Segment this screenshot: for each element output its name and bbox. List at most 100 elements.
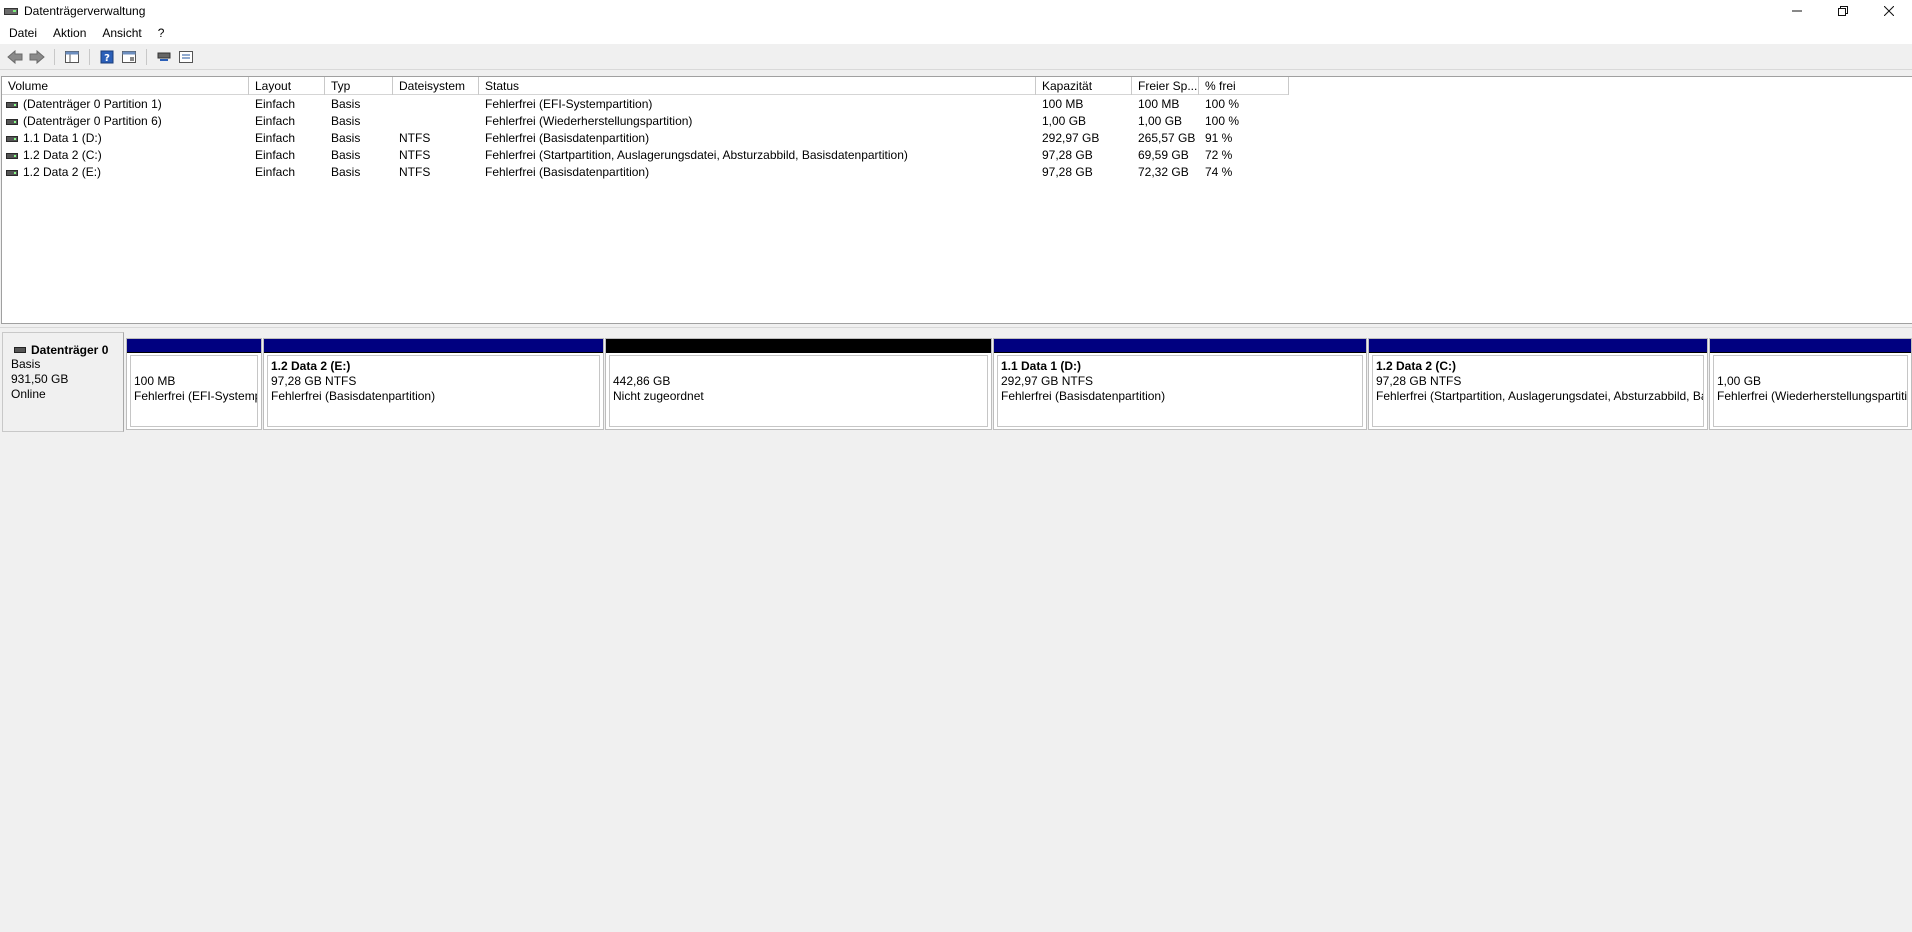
restore-icon	[1838, 6, 1848, 16]
partition-block[interactable]: 1.2 Data 2 (C:) 97,28 GB NTFS Fehlerfrei…	[1368, 338, 1708, 430]
console-tree-button[interactable]	[61, 47, 83, 67]
cell-status: Fehlerfrei (Startpartition, Auslagerungs…	[485, 148, 908, 162]
disk-type: Basis	[11, 357, 41, 371]
back-button[interactable]	[4, 47, 26, 67]
drive-icon	[6, 152, 18, 159]
properties-button[interactable]	[118, 47, 140, 67]
table-row[interactable]: (Datenträger 0 Partition 6) Einfach Basi…	[2, 113, 1289, 130]
partition-bar	[1369, 339, 1707, 353]
cell-kapazitaet: 292,97 GB	[1042, 131, 1100, 145]
column-header-dateisystem[interactable]: Dateisystem	[393, 77, 479, 95]
rescan-button[interactable]	[153, 47, 175, 67]
partition-bar	[1710, 339, 1911, 353]
partition-name: 1.1 Data 1 (D:)	[1001, 359, 1082, 373]
cell-prozent-frei: 100 %	[1205, 114, 1240, 128]
cell-prozent-frei: 100 %	[1205, 97, 1240, 111]
disk-name: Datenträger 0	[31, 343, 109, 357]
cell-kapazitaet: 97,28 GB	[1042, 148, 1093, 162]
table-row[interactable]: 1.1 Data 1 (D:) Einfach Basis NTFS Fehle…	[2, 130, 1289, 147]
table-row[interactable]: (Datenträger 0 Partition 1) Einfach Basi…	[2, 96, 1289, 113]
partition-size: 1,00 GB	[1717, 374, 1762, 388]
partition-bar	[127, 339, 261, 353]
partition-name: 1.2 Data 2 (C:)	[1376, 359, 1457, 373]
cell-prozent-frei: 91 %	[1205, 131, 1233, 145]
forward-arrow-icon	[29, 49, 45, 64]
column-header-typ[interactable]: Typ	[325, 77, 393, 95]
cell-typ: Basis	[331, 148, 361, 162]
pane-splitter[interactable]	[0, 324, 1912, 328]
cell-layout: Einfach	[255, 131, 296, 145]
partition-status: Fehlerfrei (Wiederherstellungspartitic	[1717, 389, 1908, 403]
cell-typ: Basis	[331, 165, 361, 179]
cell-kapazitaet: 1,00 GB	[1042, 114, 1087, 128]
cell-status: Fehlerfrei (Basisdatenpartition)	[485, 165, 650, 179]
cell-status: Fehlerfrei (Wiederherstellungspartition)	[485, 114, 693, 128]
settings-button[interactable]	[175, 47, 197, 67]
volume-list[interactable]: Volume Layout Typ Dateisystem Status Kap…	[1, 76, 1912, 324]
partition-status: Nicht zugeordnet	[613, 389, 704, 403]
cell-volume: 1.2 Data 2 (C:)	[23, 148, 102, 162]
cell-dateisystem: NTFS	[399, 148, 431, 162]
partition-name	[1717, 359, 1907, 374]
menu-aktion[interactable]: Aktion	[45, 22, 94, 44]
disk-info-panel[interactable]: Datenträger 0 Basis 931,50 GB Online	[2, 332, 124, 432]
forward-button[interactable]	[26, 47, 48, 67]
partition-status: Fehlerfrei (EFI-Systemp	[134, 389, 258, 403]
table-row[interactable]: 1.2 Data 2 (E:) Einfach Basis NTFS Fehle…	[2, 164, 1289, 181]
menu-ansicht[interactable]: Ansicht	[94, 22, 149, 44]
menu-datei[interactable]: Datei	[0, 22, 45, 44]
cell-volume: (Datenträger 0 Partition 6)	[23, 114, 162, 128]
cell-kapazitaet: 100 MB	[1042, 97, 1084, 111]
menu-bar: Datei Aktion Ansicht ?	[0, 22, 1912, 44]
cell-dateisystem	[393, 96, 479, 113]
cell-status: Fehlerfrei (EFI-Systempartition)	[485, 97, 653, 111]
properties-icon	[122, 50, 136, 63]
partition-block[interactable]: 1.1 Data 1 (D:) 292,97 GB NTFS Fehlerfre…	[993, 338, 1367, 430]
close-button[interactable]	[1866, 0, 1912, 22]
disk-graphical-view: Datenträger 0 Basis 931,50 GB Online 100…	[0, 329, 1912, 932]
partition-block-unallocated[interactable]: 442,86 GB Nicht zugeordnet	[605, 338, 992, 430]
column-header-status[interactable]: Status	[479, 77, 1036, 95]
cell-layout: Einfach	[255, 148, 296, 162]
partition-status: Fehlerfrei (Basisdatenpartition)	[271, 389, 436, 403]
menu-help[interactable]: ?	[150, 22, 173, 44]
cell-layout: Einfach	[255, 165, 296, 179]
cell-dateisystem: NTFS	[399, 131, 431, 145]
partition-size: 100 MB	[134, 374, 176, 388]
column-header-prozent-frei[interactable]: % frei	[1199, 77, 1289, 95]
partition-block[interactable]: 1,00 GB Fehlerfrei (Wiederherstellungspa…	[1709, 338, 1912, 430]
help-icon: ?	[100, 50, 114, 64]
cell-typ: Basis	[331, 114, 361, 128]
partition-block[interactable]: 1.2 Data 2 (E:) 97,28 GB NTFS Fehlerfrei…	[263, 338, 604, 430]
cell-volume: 1.2 Data 2 (E:)	[23, 165, 102, 179]
partition-block[interactable]: 100 MB Fehlerfrei (EFI-Systemp	[126, 338, 262, 430]
volume-list-rows: (Datenträger 0 Partition 1) Einfach Basi…	[2, 96, 1289, 181]
back-arrow-icon	[7, 49, 23, 64]
column-header-layout[interactable]: Layout	[249, 77, 325, 95]
column-header-volume[interactable]: Volume	[2, 77, 249, 95]
partition-status: Fehlerfrei (Basisdatenpartition)	[1001, 389, 1166, 403]
partition-bar	[264, 339, 603, 353]
toolbar-separator	[89, 48, 90, 65]
partition-size: 292,97 GB NTFS	[1001, 374, 1094, 388]
disk-state: Online	[11, 387, 46, 401]
column-header-kapazitaet[interactable]: Kapazität	[1036, 77, 1132, 95]
cell-kapazitaet: 97,28 GB	[1042, 165, 1093, 179]
drive-icon	[6, 135, 18, 142]
table-row[interactable]: 1.2 Data 2 (C:) Einfach Basis NTFS Fehle…	[2, 147, 1289, 164]
restore-button[interactable]	[1820, 0, 1866, 22]
toolbar-separator	[54, 48, 55, 65]
cell-freier-speicher: 100 MB	[1138, 97, 1180, 111]
minimize-button[interactable]	[1774, 0, 1820, 22]
help-button[interactable]: ?	[96, 47, 118, 67]
disk-management-icon	[4, 5, 18, 17]
cell-volume: (Datenträger 0 Partition 1)	[23, 97, 162, 111]
cell-typ: Basis	[331, 97, 361, 111]
drive-icon	[6, 118, 18, 125]
partition-size: 97,28 GB NTFS	[1376, 374, 1462, 388]
column-header-freier-speicher[interactable]: Freier Sp...	[1132, 77, 1199, 95]
cell-layout: Einfach	[255, 97, 296, 111]
window-title: Datenträgerverwaltung	[24, 4, 146, 18]
partition-name	[134, 359, 257, 374]
cell-status: Fehlerfrei (Basisdatenpartition)	[485, 131, 650, 145]
